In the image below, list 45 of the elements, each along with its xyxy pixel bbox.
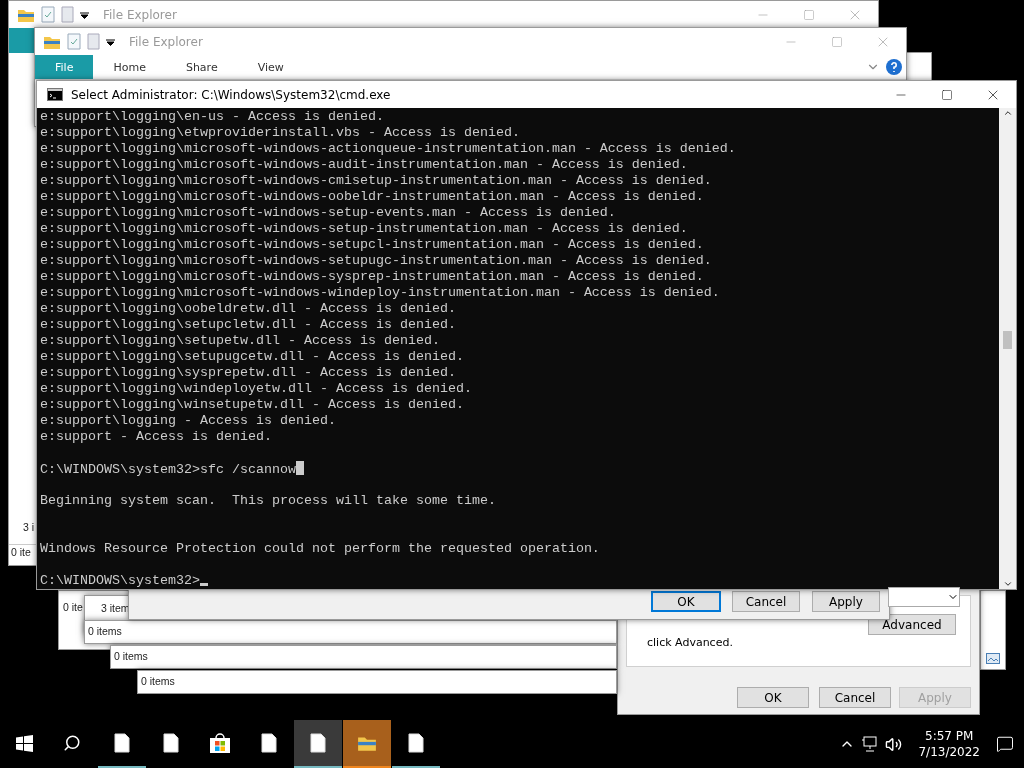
console-line: e:support\logging\en-us - Access is denied. [40, 109, 384, 124]
window-title: Select Administrator: C:\Windows\System32\cmd.exe [71, 87, 391, 102]
console-line: e:support\logging\microsoft-windows-setup-events.man - Access is denied. [40, 205, 616, 220]
console-line: Windows Resource Protection could not perform the requested operation. [40, 541, 600, 556]
console-line: e:support\logging\microsoft-windows-oobeldr-instrumentation.man - Access is denied. [40, 189, 704, 204]
status-text: 0 ite [11, 546, 31, 558]
window-title: File Explorer [129, 34, 203, 49]
console-line: Beginning system scan. This process will take some time. [40, 493, 496, 508]
ribbon-tab[interactable]: View [237, 55, 304, 79]
console-line: e:support\logging\setupugcetw.dll - Access is denied. [40, 349, 464, 364]
status-text: 0 items [114, 650, 148, 662]
console-line: e:support\logging\winsetupetw.dll - Access is denied. [40, 397, 464, 412]
console-line: e:support\logging\oobeldretw.dll - Access is denied. [40, 301, 456, 316]
console-line: e:support\logging\setupcletw.dll - Access is denied. [40, 317, 456, 332]
window-title: File Explorer [103, 7, 177, 22]
console-line: e:support\logging\microsoft-windows-setupcl-instrumentation.man - Access is denied. [40, 237, 704, 252]
console-line: C:\WINDOWS\system32> [40, 573, 200, 588]
ribbon-tab[interactable]: Share [165, 55, 238, 79]
console-line: e:support - Access is denied. [40, 429, 272, 444]
clock[interactable]: 5:57 PM 7/13/2022 [908, 729, 990, 759]
console-line: C:\WINDOWS\system32>sfc /scannow [40, 462, 296, 477]
console-line: e:support\logging\microsoft-windows-sysprep-instrumentation.man - Access is denied. [40, 269, 704, 284]
console-line: e:support\logging\windeployetw.dll - Access is denied. [40, 381, 472, 396]
console-line: e:support\logging\microsoft-windows-setupugc-instrumentation.man - Access is denied. [40, 253, 712, 268]
console-line: e:support\logging\sysprepetw.dll - Access is denied. [40, 365, 456, 380]
console-line: e:support\logging\setupetw.dll - Access is denied. [40, 333, 440, 348]
status-text: 0 items [88, 625, 122, 637]
console-line: e:support\logging\microsoft-windows-setup-instrumentation.man - Access is denied. [40, 221, 688, 236]
console-line: e:support\logging\microsoft-windows-windeploy-instrumentation.man - Access is denied. [40, 285, 720, 300]
advanced-button[interactable]: Advanced [868, 614, 956, 635]
console-line: e:support\logging\microsoft-windows-actionqueue-instrumentation.man - Access is denied. [40, 141, 736, 156]
console-line: e:support\logging\etwproviderinstall.vbs - Access is denied. [40, 125, 520, 140]
console-line: e:support\logging\microsoft-windows-audit-instrumentation.man - Access is denied. [40, 157, 688, 172]
status-text: 3 i [23, 521, 35, 533]
dialog-button[interactable]: Cancel [819, 687, 891, 708]
status-text: 0 ite [63, 601, 83, 613]
dialog-button[interactable]: Apply [812, 591, 880, 612]
dialog-button[interactable]: OK [651, 591, 721, 612]
console-line: e:support\logging - Access is denied. [40, 413, 336, 428]
dialog-button[interactable]: OK [737, 687, 809, 708]
dialog-button[interactable]: Cancel [732, 591, 800, 612]
status-text: 0 items [141, 675, 175, 687]
hint-text: click Advanced. [647, 636, 733, 649]
ribbon-tab[interactable]: Home [93, 55, 166, 79]
console-line: e:support\logging\microsoft-windows-cmisetup-instrumentation.man - Access is denied. [40, 173, 712, 188]
